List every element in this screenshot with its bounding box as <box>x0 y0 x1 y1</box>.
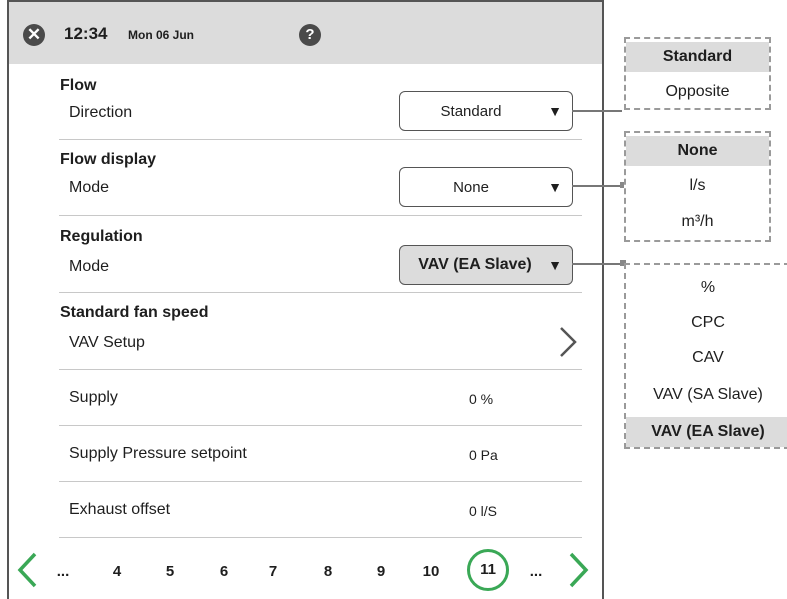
divider <box>59 215 582 216</box>
chevron-right-icon[interactable] <box>565 550 591 590</box>
option-percent[interactable]: % <box>626 273 787 303</box>
regulation-mode-value: VAV (EA Slave) <box>418 256 532 273</box>
connector-line <box>572 263 622 265</box>
option-m3h[interactable]: m³/h <box>626 207 769 237</box>
supply-label: Supply <box>69 389 118 406</box>
page-10[interactable]: 10 <box>416 563 446 580</box>
divider <box>59 292 582 293</box>
page-current[interactable]: 11 <box>467 549 509 591</box>
dropdown-arrow-icon: ▼ <box>548 257 562 273</box>
flow-direction-label: Direction <box>69 104 133 121</box>
divider <box>59 537 582 538</box>
page-5[interactable]: 5 <box>155 563 185 580</box>
option-cav[interactable]: CAV <box>626 343 787 373</box>
dropdown-arrow-icon: ▼ <box>548 179 562 195</box>
connector-line <box>572 185 622 187</box>
clock-date: Mon 06 Jun <box>128 28 195 42</box>
page-7[interactable]: 7 <box>258 563 288 580</box>
regulation-mode-label: Mode <box>69 258 110 275</box>
regulation-mode-dropdown[interactable]: VAV (EA Slave) ▼ <box>399 245 573 285</box>
exhaust-offset-label: Exhaust offset <box>69 501 171 518</box>
supply-pressure-label: Supply Pressure setpoint <box>69 445 247 462</box>
option-opposite[interactable]: Opposite <box>626 77 769 107</box>
dropdown-arrow-icon: ▼ <box>548 103 562 119</box>
flow-title: Flow <box>60 77 97 94</box>
option-vav-ea-slave[interactable]: VAV (EA Slave) <box>626 417 787 447</box>
connector-line <box>572 110 622 112</box>
chevron-right-icon[interactable] <box>553 322 583 362</box>
vav-setup-label[interactable]: VAV Setup <box>69 334 145 352</box>
chevron-left-icon[interactable] <box>15 550 41 590</box>
page-9[interactable]: 9 <box>366 563 396 580</box>
help-icon[interactable]: ? <box>299 24 321 46</box>
pager-ellipsis-end[interactable]: ... <box>521 563 551 580</box>
pager-ellipsis[interactable]: ... <box>48 563 78 580</box>
option-vav-sa-slave[interactable]: VAV (SA Slave) <box>626 380 787 410</box>
clock-time: 12:34 <box>64 24 108 43</box>
page-6[interactable]: 6 <box>209 563 239 580</box>
exhaust-offset-value[interactable]: 0 l/S <box>469 503 497 519</box>
option-ls[interactable]: l/s <box>626 171 769 201</box>
divider <box>59 425 582 426</box>
close-icon[interactable]: ✕ <box>23 24 45 46</box>
regulation-options-popup: % CPC CAV VAV (SA Slave) VAV (EA Slave) <box>624 263 787 449</box>
page-8[interactable]: 8 <box>313 563 343 580</box>
option-standard[interactable]: Standard <box>626 42 769 72</box>
option-cpc[interactable]: CPC <box>626 308 787 338</box>
settings-panel: ✕ 12:34 Mon 06 Jun ? Flow Direction Stan… <box>7 0 604 599</box>
divider <box>59 139 582 140</box>
page-4[interactable]: 4 <box>102 563 132 580</box>
supply-pressure-value[interactable]: 0 Pa <box>469 447 498 463</box>
divider <box>59 369 582 370</box>
display-options-popup: None l/s m³/h <box>624 131 771 242</box>
option-none[interactable]: None <box>626 136 769 166</box>
supply-value[interactable]: 0 % <box>469 391 493 407</box>
flow-display-title: Flow display <box>60 151 157 168</box>
flow-direction-dropdown[interactable]: Standard ▼ <box>399 91 573 131</box>
divider <box>59 481 582 482</box>
regulation-title: Regulation <box>60 228 143 245</box>
flow-display-dropdown[interactable]: None ▼ <box>399 167 573 207</box>
flow-direction-value: Standard <box>440 103 502 120</box>
flow-display-value: None <box>453 179 489 196</box>
direction-options-popup: Standard Opposite <box>624 37 771 110</box>
flow-display-mode-label: Mode <box>69 179 110 196</box>
fan-speed-title: Standard fan speed <box>60 304 209 321</box>
top-bar: ✕ 12:34 Mon 06 Jun ? <box>9 2 602 64</box>
